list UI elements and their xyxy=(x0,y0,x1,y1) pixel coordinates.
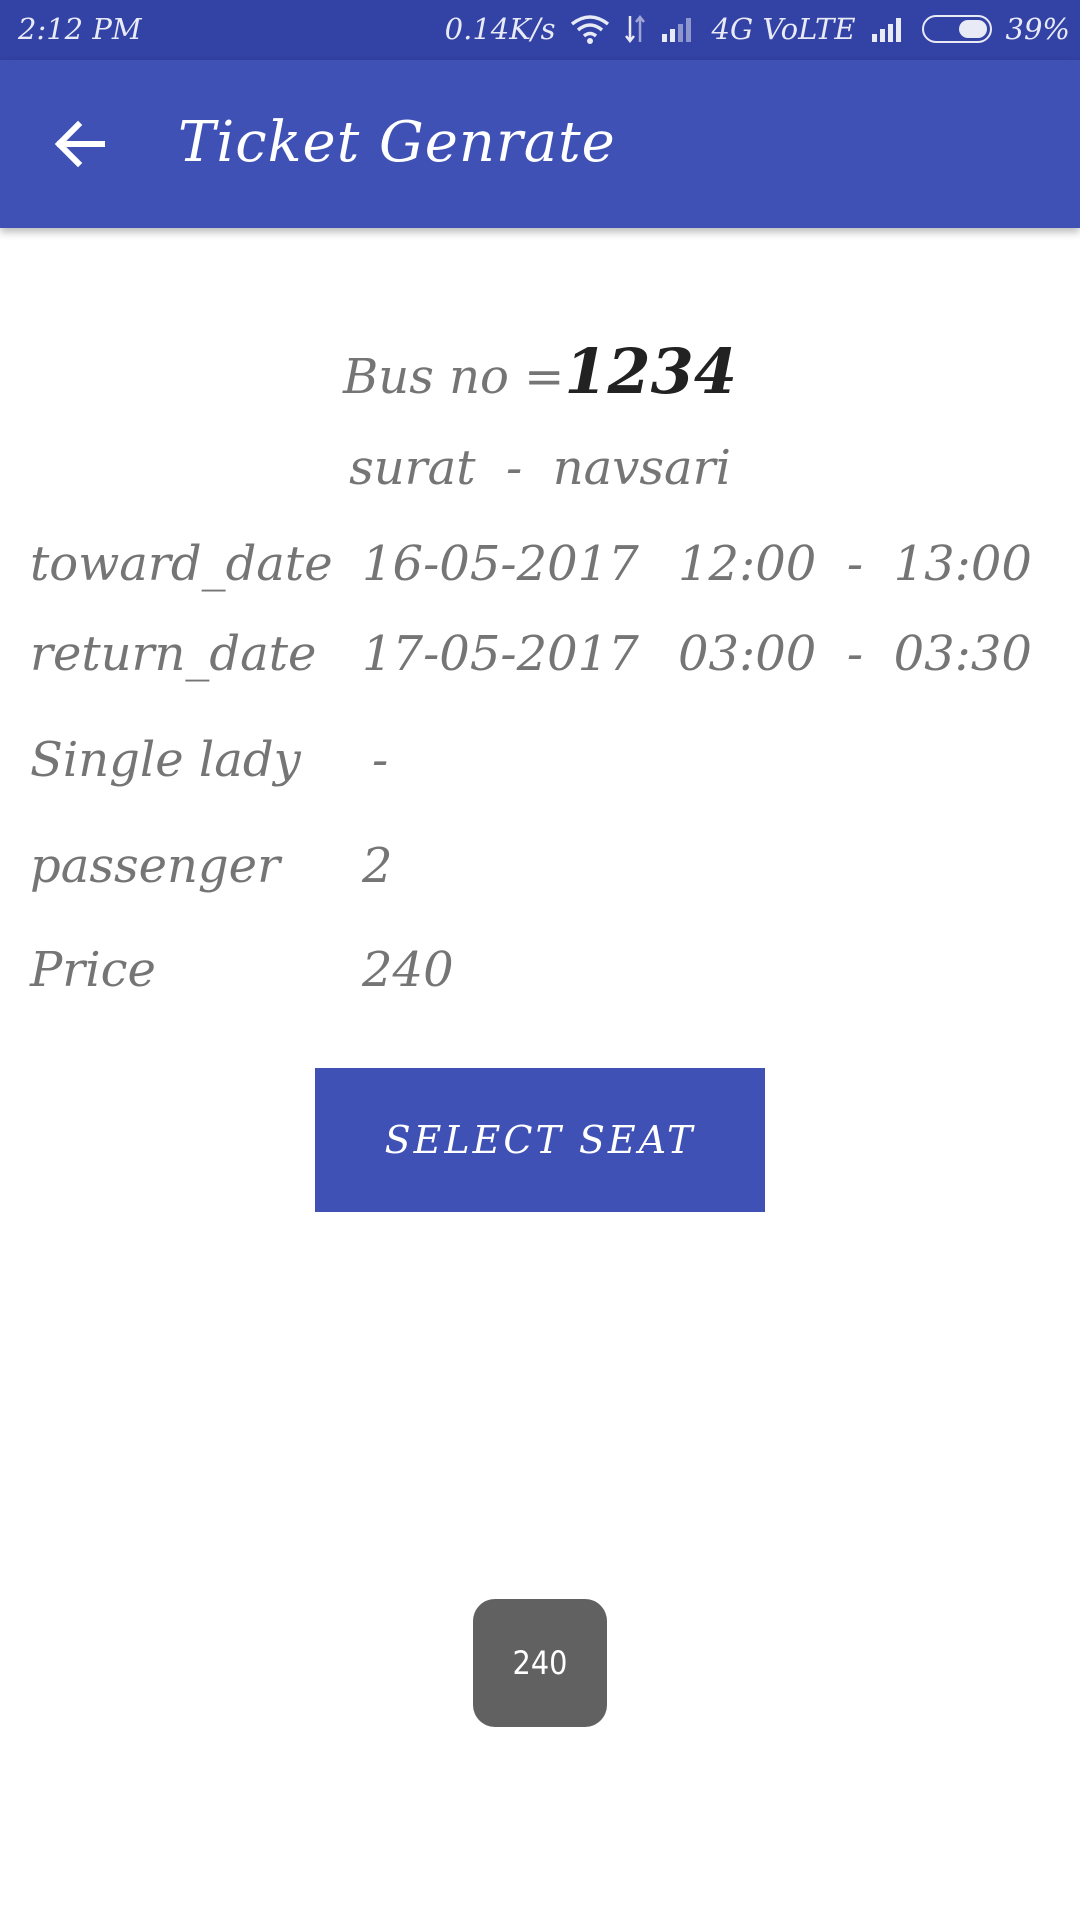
single-lady-label: Single lady xyxy=(30,732,301,788)
signal-icon xyxy=(660,16,698,42)
bus-number: 1234 xyxy=(564,335,737,408)
bus-label: Bus no = xyxy=(343,349,565,405)
signal-icon-2 xyxy=(870,16,908,42)
status-time: 2:12 PM xyxy=(18,12,142,46)
route: surat - navsari xyxy=(349,440,731,496)
wifi-icon xyxy=(570,14,610,44)
passenger-label: passenger xyxy=(30,838,281,894)
toward-time: 12:00 - 13:00 xyxy=(678,536,1032,592)
select-seat-button[interactable]: SELECT SEAT xyxy=(315,1068,765,1212)
toward-label: toward_date xyxy=(30,536,333,592)
return-date: 17-05-2017 xyxy=(362,626,639,682)
status-bar: 2:12 PM 0.14K/s 4G VoLTE 39% xyxy=(0,0,1080,60)
toward-date: 16-05-2017 xyxy=(362,536,639,592)
toast-message: 240 xyxy=(473,1599,607,1727)
arrow-back-icon[interactable] xyxy=(50,114,110,174)
bus-number-line: Bus no =1234 xyxy=(0,335,1080,408)
passenger-value: 2 xyxy=(362,838,393,894)
net-speed: 0.14K/s xyxy=(444,12,556,46)
single-lady-value: - xyxy=(372,732,389,788)
return-label: return_date xyxy=(30,626,317,682)
app-bar: Ticket Genrate xyxy=(0,60,1080,228)
battery-percent: 39% xyxy=(1005,12,1070,46)
data-arrows-icon xyxy=(624,14,646,44)
price-label: Price xyxy=(30,942,156,998)
page-title: Ticket Genrate xyxy=(178,110,616,175)
price-value: 240 xyxy=(362,942,454,998)
network-type: 4G VoLTE xyxy=(711,12,856,46)
return-time: 03:00 - 03:30 xyxy=(678,626,1032,682)
battery-icon xyxy=(921,15,992,43)
status-right: 0.14K/s 4G VoLTE 39% xyxy=(445,12,1070,46)
